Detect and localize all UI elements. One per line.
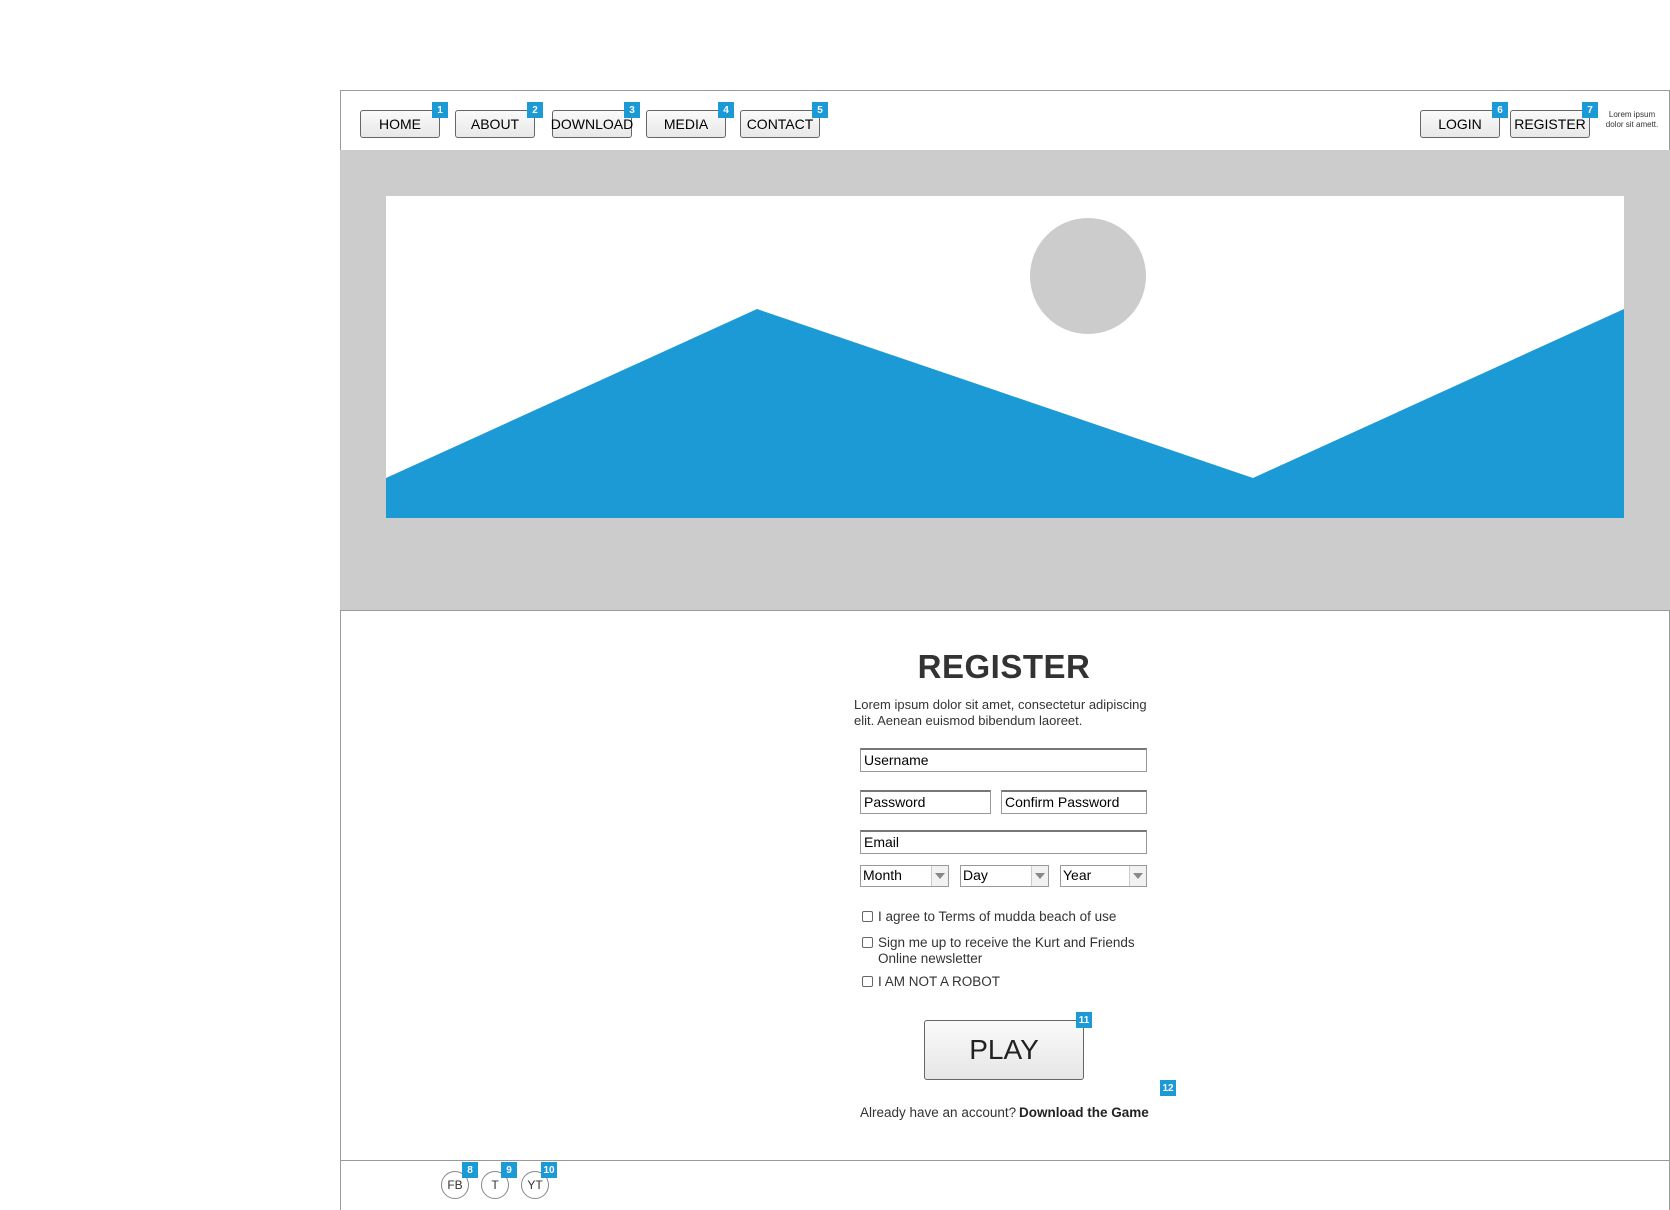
- year-select[interactable]: Year: [1060, 865, 1147, 887]
- robot-checkbox[interactable]: [862, 976, 873, 987]
- nav-note: Lorem ipsum dolor sit amett.: [1605, 110, 1659, 129]
- annotation-badge: 5: [812, 102, 828, 118]
- landscape-placeholder-icon: [386, 196, 1624, 518]
- month-select-value: Month: [863, 867, 902, 883]
- page-title: REGISTER: [917, 648, 1091, 685]
- chevron-down-icon: [1129, 866, 1146, 886]
- section-divider: [340, 610, 1670, 611]
- email-field[interactable]: Email: [860, 830, 1147, 854]
- annotation-badge: 10: [541, 1162, 557, 1178]
- nav-register-button[interactable]: REGISTER: [1510, 110, 1590, 138]
- annotation-badge: 12: [1160, 1080, 1176, 1096]
- chevron-down-icon: [1031, 866, 1048, 886]
- day-select[interactable]: Day: [960, 865, 1049, 887]
- download-game-link[interactable]: Download the Game: [1019, 1105, 1149, 1120]
- nav-home-button[interactable]: HOME: [360, 110, 440, 138]
- nav-media-button[interactable]: MEDIA: [646, 110, 726, 138]
- robot-checkbox-label: I AM NOT A ROBOT: [878, 974, 1001, 989]
- chevron-down-icon: [931, 866, 948, 886]
- annotation-badge: 7: [1582, 102, 1598, 118]
- annotation-badge: 4: [718, 102, 734, 118]
- annotation-badge: 6: [1492, 102, 1508, 118]
- play-button[interactable]: PLAY: [924, 1020, 1084, 1080]
- terms-checkbox[interactable]: [862, 911, 873, 922]
- terms-checkbox-label: I agree to Terms of mudda beach of use: [878, 909, 1117, 924]
- annotation-badge: 2: [527, 102, 543, 118]
- year-select-value: Year: [1063, 867, 1092, 883]
- password-field[interactable]: Password: [860, 790, 991, 814]
- nav-contact-button[interactable]: CONTACT: [740, 110, 820, 138]
- annotation-badge: 11: [1076, 1012, 1092, 1028]
- username-field[interactable]: Username: [860, 748, 1147, 772]
- annotation-badge: 3: [624, 102, 640, 118]
- newsletter-checkbox[interactable]: [862, 937, 873, 948]
- nav-login-button[interactable]: LOGIN: [1420, 110, 1500, 138]
- annotation-badge: 8: [462, 1162, 478, 1178]
- already-have-account-text: Already have an account?: [860, 1105, 1017, 1120]
- month-select[interactable]: Month: [860, 865, 949, 887]
- nav-about-button[interactable]: ABOUT: [455, 110, 535, 138]
- day-select-value: Day: [963, 867, 988, 883]
- newsletter-checkbox-label: Sign me up to receive the Kurt and Frien…: [878, 935, 1135, 966]
- annotation-badge: 1: [432, 102, 448, 118]
- nav-download-button[interactable]: DOWNLOAD: [551, 110, 633, 138]
- register-description: Lorem ipsum dolor sit amet, consectetur …: [854, 697, 1147, 728]
- confirm-password-field[interactable]: Confirm Password: [1001, 790, 1147, 814]
- annotation-badge: 9: [501, 1162, 517, 1178]
